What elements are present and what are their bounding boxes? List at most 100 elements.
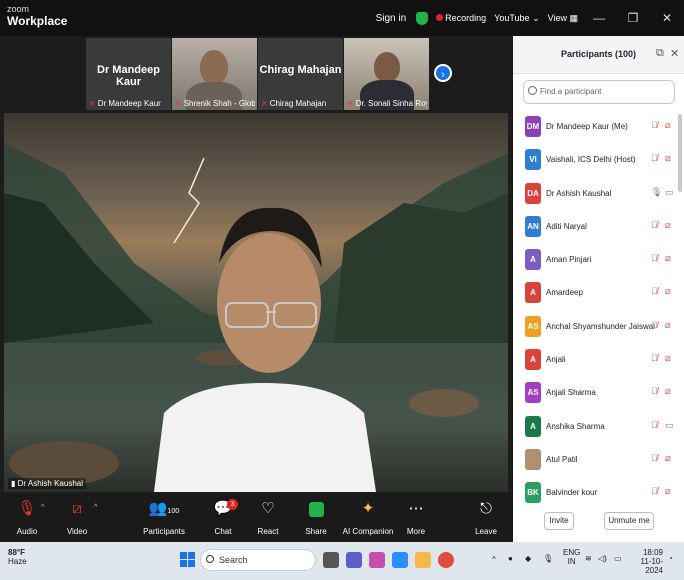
mic-off-icon[interactable]: 🎙̸ <box>651 120 658 130</box>
active-speaker-name-text: Dr Ashish Kaushal <box>17 479 84 488</box>
participants-panel-header: Participants (100) ⧉ ✕ <box>513 36 684 74</box>
wifi-icon[interactable]: ≋ <box>585 554 592 563</box>
participant-list-scrollbar[interactable] <box>678 114 682 192</box>
restore-icon[interactable]: ❐ <box>620 11 646 25</box>
mic-off-icon[interactable]: 🎙̸ <box>651 453 658 463</box>
chevron-down-icon: ⌄ <box>532 12 540 23</box>
video-off-icon[interactable]: ⧄ <box>665 486 671 497</box>
video-off-icon[interactable]: ⧄ <box>665 253 671 264</box>
mic-off-icon[interactable]: 🎙̸ <box>651 153 658 163</box>
youtube-stream-button[interactable]: YouTube ⌄ <box>494 13 539 24</box>
mic-off-icon[interactable]: 🎙̸ <box>651 220 658 230</box>
mic-off-icon[interactable]: 🎙̸ <box>651 253 658 263</box>
sign-in-link[interactable]: Sign in <box>376 13 407 24</box>
invite-button[interactable]: Invite <box>544 512 574 530</box>
participant-row[interactable]: AN Aditi Naryal 🎙̸ ⧄ <box>513 210 684 243</box>
mic-off-icon[interactable]: 🎙̸ <box>651 286 658 296</box>
thumbnail-tile[interactable]: ✕Dr. Sonali Sinha Roy- ... <box>344 38 429 110</box>
avatar: AS <box>525 382 541 404</box>
avatar: AN <box>525 215 541 237</box>
participant-row[interactable]: Atul Patil 🎙̸ ⧄ <box>513 443 684 476</box>
battery-icon[interactable]: ▭ <box>614 554 622 563</box>
participant-row[interactable]: DA Dr Ashish Kaushal 🎙 ▭ <box>513 177 684 210</box>
participant-row[interactable]: A Anjali 🎙̸ ⧄ <box>513 343 684 376</box>
video-button[interactable]: ⧄ Video <box>47 498 107 536</box>
participant-row[interactable]: A Anshika Sharma 🎙̸ ▭ <box>513 410 684 443</box>
participant-row[interactable]: VI Vaishali, ICS Delhi (Host) 🎙̸ ⧄ <box>513 143 684 176</box>
taskbar-search-box[interactable]: Search <box>200 549 316 571</box>
video-off-icon[interactable]: ⧄ <box>665 353 671 364</box>
video-off-icon[interactable]: ⧄ <box>665 120 671 131</box>
volume-icon[interactable]: ◁) <box>598 554 607 563</box>
participant-name: Aman Pinjari <box>546 255 592 265</box>
thumbnail-tile[interactable]: ✕Shrenik Shah - Global ... <box>172 38 257 110</box>
tray-app-icon-2[interactable]: ◆ <box>525 554 531 563</box>
copilot-icon[interactable] <box>369 552 385 568</box>
file-explorer-icon[interactable] <box>415 552 431 568</box>
weather-condition: Haze <box>8 557 27 566</box>
video-off-icon[interactable]: ⧄ <box>665 220 671 231</box>
participant-row[interactable]: A Amardeep 🎙̸ ⧄ <box>513 276 684 309</box>
clock-date: 11-10-2024 <box>640 557 663 575</box>
pop-out-icon[interactable]: ⧉ <box>656 47 664 60</box>
language-indicator[interactable]: ENG IN <box>563 548 580 566</box>
teams-icon[interactable] <box>346 552 362 568</box>
encryption-shield-icon[interactable] <box>416 11 429 25</box>
video-options-chevron-icon[interactable]: ^ <box>94 504 97 511</box>
zoom-app-icon[interactable] <box>392 552 408 568</box>
notification-bell-icon[interactable]: ◔ <box>668 554 673 563</box>
mic-off-icon[interactable]: 🎙̸ <box>651 353 658 363</box>
participant-row[interactable]: AS Anchal Shyamshunder Jaiswal 🎙̸ ⧄ <box>513 310 684 343</box>
microphone-tray-icon[interactable]: 🎙 <box>543 554 553 563</box>
chevron-up-icon[interactable]: ^ <box>492 555 496 564</box>
video-on-icon[interactable]: ▭ <box>665 420 674 431</box>
video-off-icon[interactable]: ⧄ <box>665 286 671 297</box>
avatar: DM <box>525 116 541 137</box>
mic-on-icon[interactable]: 🎙 <box>651 187 662 198</box>
mic-off-icon[interactable]: 🎙̸ <box>651 386 658 396</box>
close-icon[interactable]: ✕ <box>670 47 679 60</box>
recording-indicator[interactable]: Recording <box>436 13 486 23</box>
taskbar-search-label: Search <box>219 555 248 565</box>
weather-widget[interactable]: 88°F Haze <box>8 548 27 566</box>
grid-icon: ▦ <box>569 12 578 23</box>
video-off-icon[interactable]: ⧄ <box>665 453 671 464</box>
more-button[interactable]: ⋯ More <box>386 498 446 536</box>
tray-app-icon[interactable]: ● <box>508 554 513 563</box>
windows-start-icon[interactable] <box>180 552 195 567</box>
leave-button[interactable]: ⎋ Leave <box>456 498 516 536</box>
mic-off-icon[interactable]: 🎙̸ <box>651 320 658 330</box>
leave-door-icon: ⎋ <box>480 500 492 517</box>
clock[interactable]: 18:09 11-10-2024 <box>627 548 663 575</box>
next-page-chevron-icon[interactable]: › <box>434 64 452 82</box>
video-off-icon[interactable]: ⧄ <box>665 153 671 164</box>
chrome-icon[interactable] <box>438 552 454 568</box>
participants-button[interactable]: 👥100 Participants <box>134 498 194 536</box>
video-on-icon[interactable]: ▭ <box>665 187 674 198</box>
participant-name: Amardeep <box>546 288 583 298</box>
active-speaker-video[interactable]: ▮ Dr Ashish Kaushal <box>4 113 508 492</box>
participant-search-input[interactable]: Find a participant <box>523 80 675 104</box>
task-view-icon[interactable] <box>323 552 339 568</box>
mic-off-icon[interactable]: 🎙̸ <box>651 420 658 430</box>
close-icon[interactable]: ✕ <box>654 11 680 25</box>
logo-zoom-text: zoom <box>7 4 30 14</box>
logo-workplace-text: Workplace <box>7 14 68 28</box>
participant-row[interactable]: DM Dr Mandeep Kaur (Me) 🎙̸ ⧄ <box>513 110 684 143</box>
thumbnail-tile[interactable]: Chirag Mahajan ✕ Chirag Mahajan <box>258 38 343 110</box>
video-off-icon[interactable]: ⧄ <box>665 386 671 397</box>
participant-row[interactable]: AS Anjali Sharma 🎙̸ ⧄ <box>513 376 684 409</box>
thumbnail-tile[interactable]: Dr Mandeep Kaur ✕ Dr Mandeep Kaur <box>86 38 171 110</box>
thumbnail-caption-text: Shrenik Shah - Global ... <box>183 99 255 108</box>
share-button[interactable]: Share <box>286 498 346 536</box>
clock-time: 18:09 <box>642 548 663 557</box>
participant-row[interactable]: A Aman Pinjari 🎙̸ ⧄ <box>513 243 684 276</box>
video-off-icon: ⧄ <box>72 500 82 517</box>
video-off-icon[interactable]: ⧄ <box>665 320 671 331</box>
mic-off-icon[interactable]: 🎙̸ <box>651 486 658 496</box>
zoom-logo: zoom Workplace <box>7 4 68 28</box>
unmute-me-button[interactable]: Unmute me <box>604 512 654 530</box>
view-button[interactable]: View ▦ <box>548 13 578 24</box>
audio-options-chevron-icon[interactable]: ^ <box>41 504 44 511</box>
minimize-icon[interactable]: — <box>586 11 612 25</box>
